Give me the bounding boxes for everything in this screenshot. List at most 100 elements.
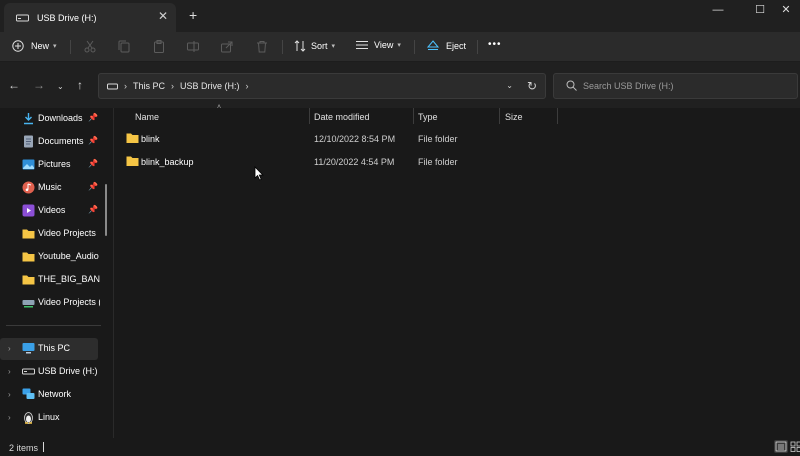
rename-icon[interactable] [187, 40, 199, 53]
sort-ascending-icon: ˄ [217, 104, 222, 111]
column-header-date-modified[interactable]: Date modified [314, 112, 370, 122]
music-icon [22, 181, 35, 194]
details-view-icon[interactable] [774, 440, 788, 453]
column-header-name[interactable]: Name [135, 112, 159, 122]
videos-icon [22, 204, 35, 217]
sidebar-item-videos[interactable]: Videos 📌 [0, 200, 100, 222]
sidebar-item-usb-drive[interactable]: › USB Drive (H:) [0, 361, 100, 383]
breadcrumb-chevron-icon[interactable]: › [171, 81, 174, 91]
chevron-right-icon[interactable]: › [8, 413, 11, 422]
eject-button[interactable]: Eject [427, 40, 466, 51]
file-type: File folder [418, 157, 458, 167]
search-box[interactable] [553, 73, 798, 99]
column-header-type[interactable]: Type [418, 112, 438, 122]
sidebar-item-pictures[interactable]: Pictures 📌 [0, 154, 100, 176]
file-row[interactable]: blink 12/10/2022 8:54 PM File folder [114, 128, 800, 150]
tab-usb-drive[interactable]: USB Drive (H:) ✕ [4, 3, 176, 32]
sidebar-item-network[interactable]: › Network [0, 384, 100, 406]
document-icon [24, 135, 33, 148]
mouse-cursor-icon [254, 166, 264, 181]
sidebar-item-video-projects-network[interactable]: Video Projects (\ [0, 292, 100, 314]
sidebar-item-music[interactable]: Music 📌 [0, 177, 100, 199]
divider [6, 325, 101, 326]
folder-icon [126, 133, 139, 143]
minimize-button[interactable]: — [708, 4, 728, 18]
cut-icon[interactable] [84, 40, 96, 53]
network-drive-icon [22, 300, 35, 308]
forward-arrow-icon[interactable]: → [33, 79, 45, 91]
drive-icon [16, 14, 29, 22]
share-icon[interactable] [221, 40, 233, 53]
tab-title: USB Drive (H:) [37, 12, 97, 23]
chevron-right-icon[interactable]: › [8, 367, 11, 376]
address-bar[interactable]: › This PC › USB Drive (H:) › ⌄ ↻ [98, 73, 546, 99]
network-icon [22, 388, 35, 399]
chevron-down-icon: ▾ [53, 43, 57, 50]
status-divider [43, 442, 44, 452]
file-name: blink [141, 134, 160, 144]
refresh-icon[interactable]: ↻ [527, 79, 537, 93]
chevron-right-icon[interactable]: › [8, 344, 11, 353]
folder-icon [22, 252, 35, 262]
new-button[interactable]: New ▾ [12, 40, 57, 52]
pin-icon[interactable]: 📌 [88, 113, 98, 122]
search-icon [566, 80, 577, 91]
column-separator[interactable] [557, 108, 558, 124]
back-arrow-icon[interactable]: ← [8, 79, 20, 91]
computer-icon [22, 343, 35, 354]
new-tab-button[interactable]: + [189, 7, 197, 23]
more-options-button[interactable]: ••• [488, 39, 502, 50]
item-count: 2 items [9, 443, 39, 453]
column-header-size[interactable]: Size [505, 112, 523, 122]
nav-scrollbar[interactable] [105, 184, 107, 236]
sort-label: Sort [311, 41, 328, 51]
pin-icon[interactable]: 📌 [88, 182, 98, 191]
sort-button[interactable]: Sort ▾ [294, 40, 335, 52]
pictures-icon [22, 159, 35, 170]
sidebar-item-youtube-audio[interactable]: Youtube_Audio [0, 246, 100, 268]
sidebar-item-the-big-bang[interactable]: THE_BIG_BANG_ [0, 269, 100, 291]
chevron-down-icon: ▾ [397, 42, 401, 49]
sort-icon [294, 40, 306, 52]
copy-icon[interactable] [118, 40, 130, 53]
pin-icon[interactable]: 📌 [88, 136, 98, 145]
tiles-view-icon[interactable] [789, 440, 800, 453]
breadcrumb-chevron-icon[interactable]: › [246, 81, 249, 91]
address-dropdown-chevron-icon[interactable]: ⌄ [506, 81, 513, 90]
address-row: ← → ⌄ ↑ › This PC › USB Drive (H:) › ⌄ ↻ [0, 62, 800, 108]
pin-icon[interactable]: 📌 [88, 205, 98, 214]
divider [477, 40, 478, 54]
column-header-row: ˄ Name Date modified Type Size [114, 104, 800, 124]
up-arrow-icon[interactable]: ↑ [77, 79, 83, 91]
sidebar-item-linux[interactable]: › Linux [0, 407, 100, 429]
paste-icon[interactable] [153, 40, 165, 53]
sidebar-item-documents[interactable]: Documents 📌 [0, 131, 100, 153]
sidebar-item-this-pc[interactable]: › This PC [0, 338, 98, 360]
sidebar-item-downloads[interactable]: Downloads 📌 [0, 108, 100, 130]
new-label: New [31, 41, 50, 51]
column-separator[interactable] [413, 108, 414, 124]
maximize-button[interactable]: ☐ [750, 4, 770, 18]
search-input[interactable] [583, 79, 783, 93]
tab-close-icon[interactable]: ✕ [158, 10, 168, 22]
sidebar-item-video-projects[interactable]: Video Projects [0, 223, 100, 245]
file-type: File folder [418, 134, 458, 144]
breadcrumb: › This PC › USB Drive (H:) › [107, 81, 255, 91]
column-separator[interactable] [499, 108, 500, 124]
breadcrumb-usb-drive[interactable]: USB Drive (H:) [180, 81, 240, 91]
breadcrumb-this-pc[interactable]: This PC [133, 81, 165, 91]
recent-locations-chevron-icon[interactable]: ⌄ [57, 81, 64, 93]
close-window-button[interactable]: ✕ [776, 4, 796, 18]
breadcrumb-chevron-icon[interactable]: › [124, 81, 127, 91]
pin-icon[interactable]: 📌 [88, 159, 98, 168]
delete-icon[interactable] [256, 40, 268, 53]
column-separator[interactable] [309, 108, 310, 124]
file-row[interactable]: blink_backup 11/20/2022 4:54 PM File fol… [114, 151, 800, 173]
folder-icon [22, 275, 35, 285]
plus-circle-icon [12, 40, 24, 52]
download-icon [24, 113, 33, 125]
view-icon [356, 41, 368, 49]
chevron-right-icon[interactable]: › [8, 390, 11, 399]
view-button[interactable]: View ▾ [356, 40, 401, 50]
file-date-modified: 11/20/2022 4:54 PM [314, 157, 395, 167]
